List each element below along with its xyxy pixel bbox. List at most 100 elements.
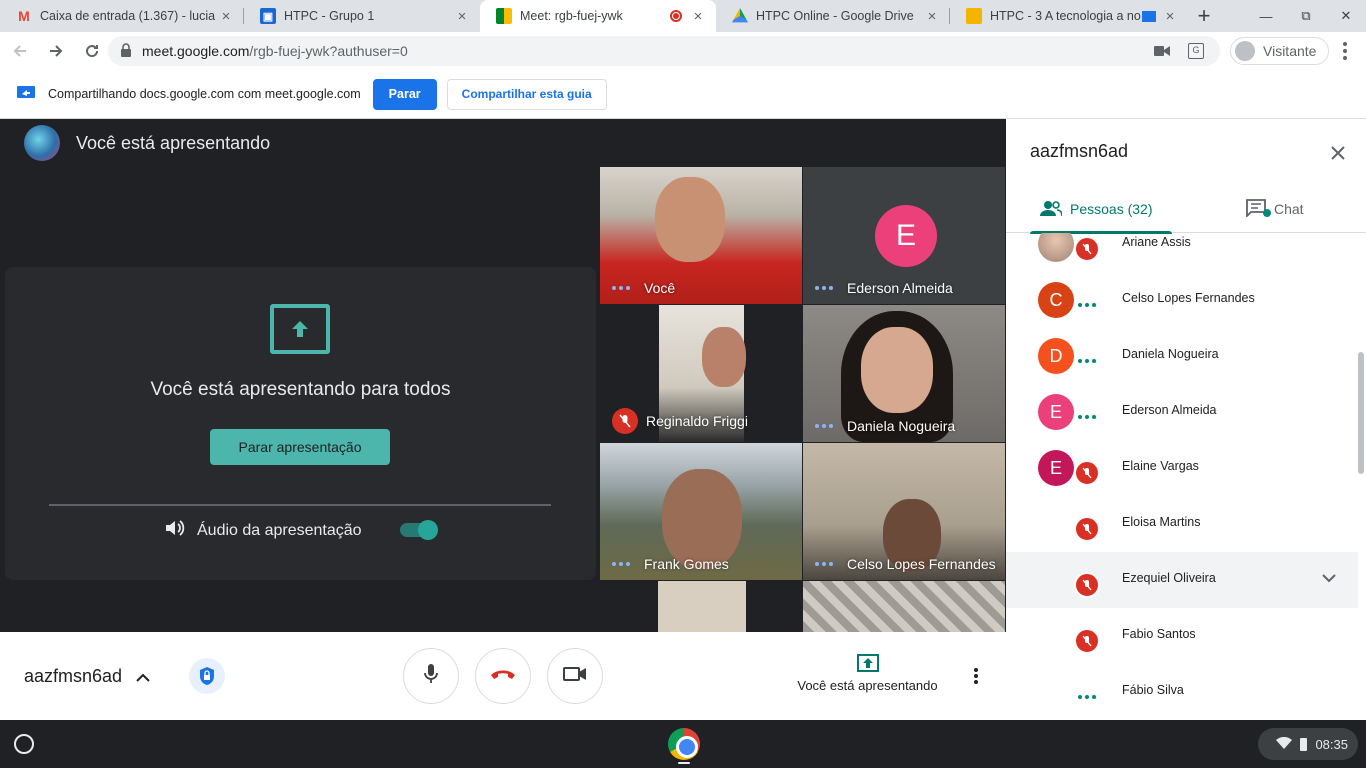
participant-row[interactable]: Ariane Assis bbox=[1006, 233, 1358, 272]
close-tab-icon[interactable]: × bbox=[218, 8, 234, 25]
guest-avatar-icon bbox=[1235, 41, 1255, 61]
participant-face bbox=[861, 327, 933, 413]
people-tab-label: Pessoas (32) bbox=[1070, 201, 1153, 217]
speaking-dots-icon bbox=[612, 286, 630, 290]
participant-name: Ederson Almeida bbox=[1122, 403, 1217, 417]
hang-up-icon bbox=[490, 667, 516, 685]
video-tile-daniela[interactable]: Daniela Nogueira bbox=[803, 305, 1005, 442]
participant-avatar: E bbox=[875, 205, 937, 267]
forward-icon[interactable] bbox=[40, 35, 72, 67]
tab-title: Caixa de entrada (1.367) - lucia bbox=[40, 9, 216, 23]
close-tab-icon[interactable]: × bbox=[454, 8, 470, 25]
meeting-controls-bar: aazfmsn6ad Você está apresentando bbox=[0, 632, 1006, 720]
presentation-audio-row: Áudio da apresentação bbox=[165, 519, 362, 542]
speaker-icon bbox=[165, 519, 185, 542]
presenting-message: Você está apresentando para todos bbox=[150, 379, 451, 400]
host-controls-shield-icon[interactable] bbox=[189, 658, 225, 694]
tab-classroom[interactable]: ▣ HTPC - Grupo 1 × bbox=[244, 0, 480, 32]
tile-label: Reginaldo Friggi bbox=[612, 408, 748, 434]
translate-icon[interactable]: G bbox=[1188, 43, 1204, 59]
sharing-text: Compartilhando docs.google.com com meet.… bbox=[48, 87, 361, 101]
video-tile-partial-1[interactable] bbox=[600, 581, 802, 632]
new-tab-button[interactable]: + bbox=[1188, 0, 1220, 32]
close-tab-icon[interactable]: × bbox=[924, 8, 940, 25]
launcher-icon[interactable] bbox=[14, 734, 34, 754]
mic-off-icon bbox=[1074, 572, 1100, 598]
video-tile-partial-2[interactable] bbox=[803, 581, 1005, 632]
participant-name: Elaine Vargas bbox=[1122, 459, 1199, 473]
divider bbox=[49, 504, 551, 506]
participant-row[interactable]: E Ederson Almeida bbox=[1006, 384, 1358, 440]
status-tray[interactable]: 08:35 bbox=[1258, 728, 1358, 760]
camera-button[interactable] bbox=[547, 648, 603, 704]
tab-meet[interactable]: Meet: rgb-fuej-ywk × bbox=[480, 0, 716, 32]
video-tile-voce[interactable]: Você bbox=[600, 167, 802, 304]
video-tile-reginaldo[interactable]: Reginaldo Friggi bbox=[600, 305, 802, 442]
microphone-button[interactable] bbox=[403, 648, 459, 704]
speaking-dots-icon bbox=[612, 562, 630, 566]
meeting-stage: Você está apresentando Você está apresen… bbox=[0, 119, 1006, 632]
stop-presenting-button[interactable]: Parar apresentação bbox=[210, 429, 390, 465]
meeting-details-button[interactable]: aazfmsn6ad bbox=[24, 666, 150, 687]
presenting-card: Você está apresentando para todos Parar … bbox=[5, 267, 596, 580]
participant-row[interactable]: Ezequiel Oliveira bbox=[1006, 552, 1358, 608]
microphone-icon bbox=[423, 663, 439, 690]
browser-menu-icon[interactable] bbox=[1342, 42, 1348, 60]
participant-name: Celso Lopes Fernandes bbox=[1122, 291, 1255, 305]
participant-face bbox=[655, 177, 725, 262]
participant-avatar: D bbox=[1038, 338, 1074, 374]
reload-icon[interactable] bbox=[76, 35, 108, 67]
close-tab-icon[interactable]: × bbox=[690, 8, 706, 25]
more-options-icon[interactable] bbox=[966, 666, 986, 686]
tab-people[interactable]: Pessoas (32) bbox=[1030, 185, 1173, 234]
participant-row[interactable]: D Daniela Nogueira bbox=[1006, 328, 1358, 384]
participant-row[interactable]: Fábio Silva bbox=[1006, 664, 1358, 720]
tile-label: Daniela Nogueira bbox=[815, 418, 955, 434]
tile-label: Você bbox=[612, 280, 675, 296]
tab-slides[interactable]: HTPC - 3 A tecnologia a no × bbox=[950, 0, 1188, 32]
wifi-icon bbox=[1276, 736, 1293, 752]
present-now-button[interactable]: Você está apresentando bbox=[790, 652, 945, 693]
tile-name: Ederson Almeida bbox=[847, 280, 953, 296]
battery-icon bbox=[1300, 737, 1308, 751]
stop-sharing-button[interactable]: Parar bbox=[372, 78, 437, 110]
close-window-icon[interactable]: ✕ bbox=[1326, 8, 1366, 24]
presentation-audio-toggle[interactable] bbox=[400, 520, 438, 540]
video-tile-celso[interactable]: Celso Lopes Fernandes bbox=[803, 443, 1005, 580]
video-tile-frank[interactable]: Frank Gomes bbox=[600, 443, 802, 580]
tile-label: Celso Lopes Fernandes bbox=[815, 556, 996, 572]
chrome-icon[interactable] bbox=[668, 728, 700, 760]
participant-row[interactable]: E Elaine Vargas bbox=[1006, 440, 1358, 496]
close-panel-icon[interactable] bbox=[1324, 139, 1352, 167]
minimize-icon[interactable]: — bbox=[1246, 9, 1286, 24]
sharing-infobar: Compartilhando docs.google.com com meet.… bbox=[0, 70, 1366, 119]
chevron-down-icon[interactable] bbox=[1322, 570, 1336, 588]
mic-off-icon bbox=[1074, 516, 1100, 542]
profile-button[interactable]: Visitante bbox=[1230, 37, 1330, 65]
cast-icon bbox=[1142, 10, 1156, 22]
leave-call-button[interactable] bbox=[475, 648, 531, 704]
participant-name: Fábio Silva bbox=[1122, 683, 1184, 697]
back-icon[interactable] bbox=[4, 35, 36, 67]
close-tab-icon[interactable]: × bbox=[1162, 8, 1178, 25]
present-now-label: Você está apresentando bbox=[797, 678, 938, 693]
speaking-dots-icon bbox=[1074, 348, 1100, 374]
share-this-tab-button[interactable]: Compartilhar esta guia bbox=[446, 78, 607, 110]
participant-name: Ariane Assis bbox=[1122, 235, 1191, 249]
participant-row[interactable]: Fabio Santos bbox=[1006, 608, 1358, 664]
gmail-icon: M bbox=[18, 8, 30, 24]
address-bar[interactable]: meet.google.com/rgb-fuej-ywk?authuser=0 … bbox=[108, 36, 1220, 66]
panel-scrollbar[interactable] bbox=[1358, 352, 1364, 474]
participant-row[interactable]: Eloisa Martins bbox=[1006, 496, 1358, 552]
tab-chat[interactable]: Chat bbox=[1246, 185, 1304, 233]
restore-icon[interactable]: ⧉ bbox=[1286, 8, 1326, 24]
browser-toolbar: meet.google.com/rgb-fuej-ywk?authuser=0 … bbox=[0, 32, 1366, 70]
tab-drive[interactable]: HTPC Online - Google Drive × bbox=[716, 0, 950, 32]
participant-row[interactable]: C Celso Lopes Fernandes bbox=[1006, 272, 1358, 328]
video-tile-ederson[interactable]: E Ederson Almeida bbox=[803, 167, 1005, 304]
tab-gmail[interactable]: M Caixa de entrada (1.367) - lucia × bbox=[0, 0, 244, 32]
presenting-header: Você está apresentando bbox=[24, 125, 270, 161]
tile-name: Reginaldo Friggi bbox=[646, 413, 748, 429]
camera-in-use-icon[interactable] bbox=[1154, 44, 1170, 60]
profile-label: Visitante bbox=[1263, 43, 1317, 59]
